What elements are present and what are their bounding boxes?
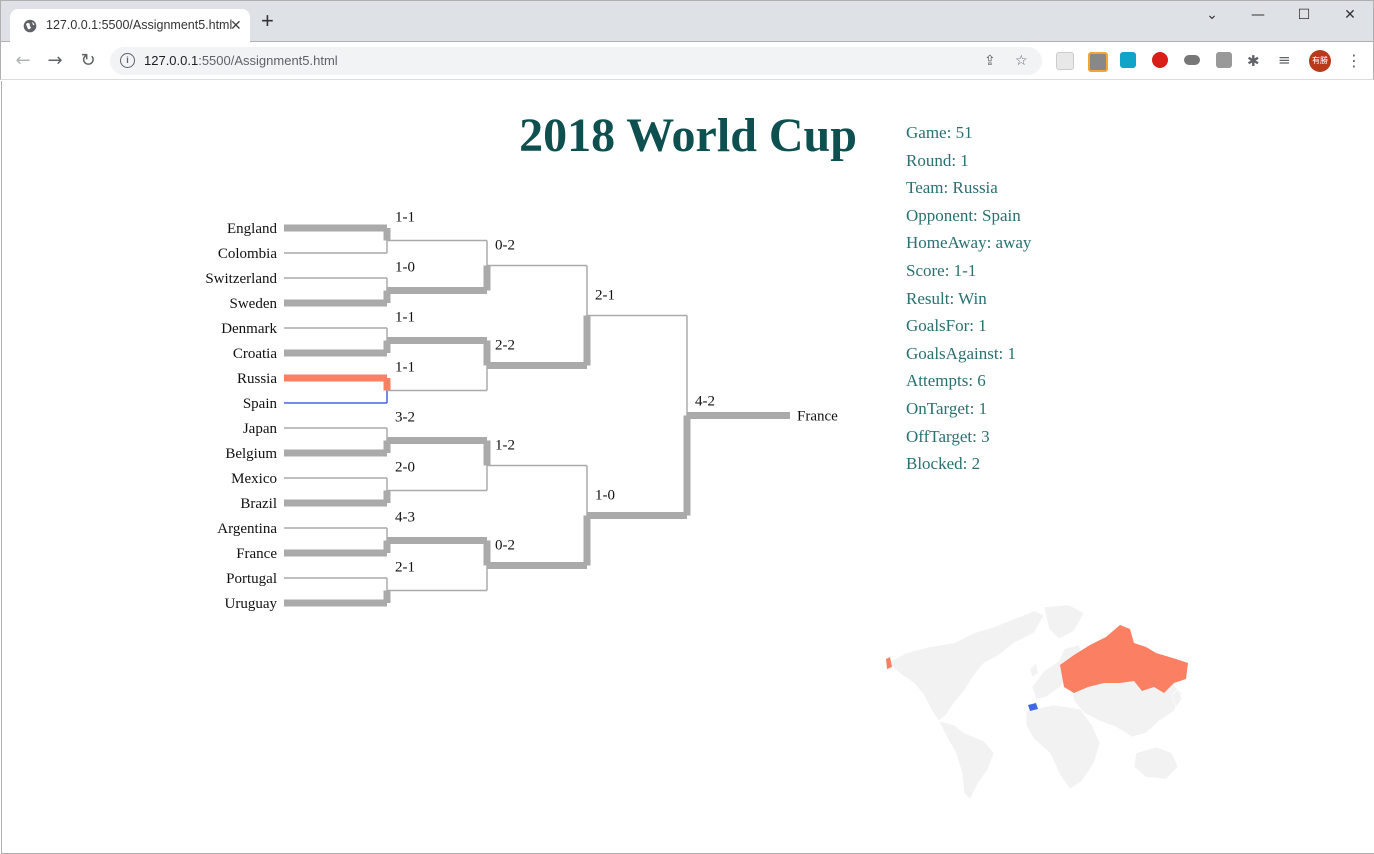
team-label: Croatia bbox=[233, 346, 277, 362]
map-country-uk[interactable] bbox=[1029, 662, 1039, 678]
score-label-r16: 1-1 bbox=[395, 310, 415, 326]
match-info-line: OnTarget: 1 bbox=[906, 398, 988, 418]
tab-search-icon[interactable]: ⌄ bbox=[1189, 7, 1235, 29]
match-info-line: OffTarget: 3 bbox=[906, 426, 990, 446]
map-country-australia[interactable] bbox=[1133, 746, 1179, 780]
maximize-button[interactable]: ☐ bbox=[1281, 7, 1327, 29]
match-info-line: Score: 1-1 bbox=[906, 260, 977, 280]
team-label: Uruguay bbox=[225, 596, 278, 612]
match-info-line: GoalsAgainst: 1 bbox=[906, 343, 1017, 363]
team-label: Spain bbox=[243, 396, 278, 412]
match-info-line: Attempts: 6 bbox=[906, 371, 986, 391]
team-label: Colombia bbox=[218, 246, 278, 262]
browser-menu-icon[interactable]: ⋮ bbox=[1346, 51, 1362, 70]
media-control-icon[interactable]: ≡ bbox=[1278, 51, 1291, 69]
map-country-south-america[interactable] bbox=[938, 720, 995, 800]
score-label-r16: 1-1 bbox=[395, 360, 415, 376]
team-label: France bbox=[236, 546, 277, 562]
match-info-line: Team: Russia bbox=[906, 178, 998, 198]
team-label: Belgium bbox=[225, 446, 277, 462]
score-label-r16: 2-0 bbox=[395, 460, 415, 476]
team-label: England bbox=[227, 221, 277, 237]
match-info-panel: Game: 51 Round: 1 Team: Russia Opponent: Sp… bbox=[906, 123, 1031, 482]
team-label: Mexico bbox=[231, 471, 277, 487]
champion-label: France bbox=[797, 409, 838, 425]
team-label: Switzerland bbox=[205, 271, 277, 287]
extension-icon-2[interactable] bbox=[1088, 52, 1108, 72]
profile-avatar[interactable]: 有勝 bbox=[1309, 50, 1331, 72]
team-label: Portugal bbox=[226, 571, 277, 587]
map-country-north-america[interactable] bbox=[887, 610, 1045, 722]
map-country-greenland[interactable] bbox=[1043, 604, 1085, 640]
tournament-bracket: 1-1 1-0 1-1 1-1 3-2 2-0 4-3 2-1 England Colombia S… bbox=[205, 210, 838, 613]
team-label: Denmark bbox=[221, 321, 277, 337]
map-country-russia-east bbox=[886, 657, 892, 669]
score-label-r16: 1-0 bbox=[395, 260, 415, 276]
extension-icon-1[interactable] bbox=[1056, 52, 1074, 70]
team-label: Russia bbox=[237, 371, 277, 387]
score-label-qf: 0-2 bbox=[495, 238, 515, 254]
score-label-sf: 2-1 bbox=[595, 288, 615, 304]
match-info-line: Blocked: 2 bbox=[906, 454, 981, 474]
team-label: Brazil bbox=[240, 496, 277, 512]
score-label-qf: 2-2 bbox=[495, 338, 515, 354]
extension-icon-5[interactable] bbox=[1184, 55, 1200, 65]
match-info-line: Opponent: Spain bbox=[906, 205, 1021, 225]
team-label: Sweden bbox=[230, 296, 278, 312]
extension-icon-3[interactable] bbox=[1120, 52, 1136, 68]
extension-icon-6[interactable] bbox=[1216, 52, 1232, 68]
score-label-r16: 3-2 bbox=[395, 410, 415, 426]
score-label-r16: 1-1 bbox=[395, 210, 415, 226]
match-info-line: Round: 1 bbox=[906, 150, 969, 170]
map-country-africa[interactable] bbox=[1025, 704, 1101, 790]
score-label-final: 4-2 bbox=[695, 394, 715, 410]
world-map bbox=[886, 604, 1188, 800]
match-info-line: GoalsFor: 1 bbox=[906, 316, 987, 336]
extensions-puzzle-icon[interactable]: ✱ bbox=[1247, 52, 1260, 70]
score-label-qf: 1-2 bbox=[495, 438, 515, 454]
team-label: Argentina bbox=[217, 521, 277, 537]
close-window-button[interactable]: ✕ bbox=[1327, 7, 1373, 29]
match-info-line: Game: 51 bbox=[906, 123, 973, 142]
score-label-qf: 0-2 bbox=[495, 538, 515, 554]
team-label: Japan bbox=[243, 421, 278, 437]
extension-icon-4[interactable] bbox=[1152, 52, 1168, 68]
minimize-button[interactable]: — bbox=[1235, 7, 1281, 29]
bookmark-star-icon[interactable]: ☆ bbox=[1015, 53, 1028, 69]
score-label-r16: 4-3 bbox=[395, 510, 415, 526]
match-info-line: Result: Win bbox=[906, 288, 987, 308]
score-label-sf: 1-0 bbox=[595, 488, 615, 504]
match-info-line: HomeAway: away bbox=[906, 233, 1032, 253]
share-icon[interactable]: ⇪ bbox=[984, 53, 996, 69]
score-label-r16: 2-1 bbox=[395, 560, 415, 576]
